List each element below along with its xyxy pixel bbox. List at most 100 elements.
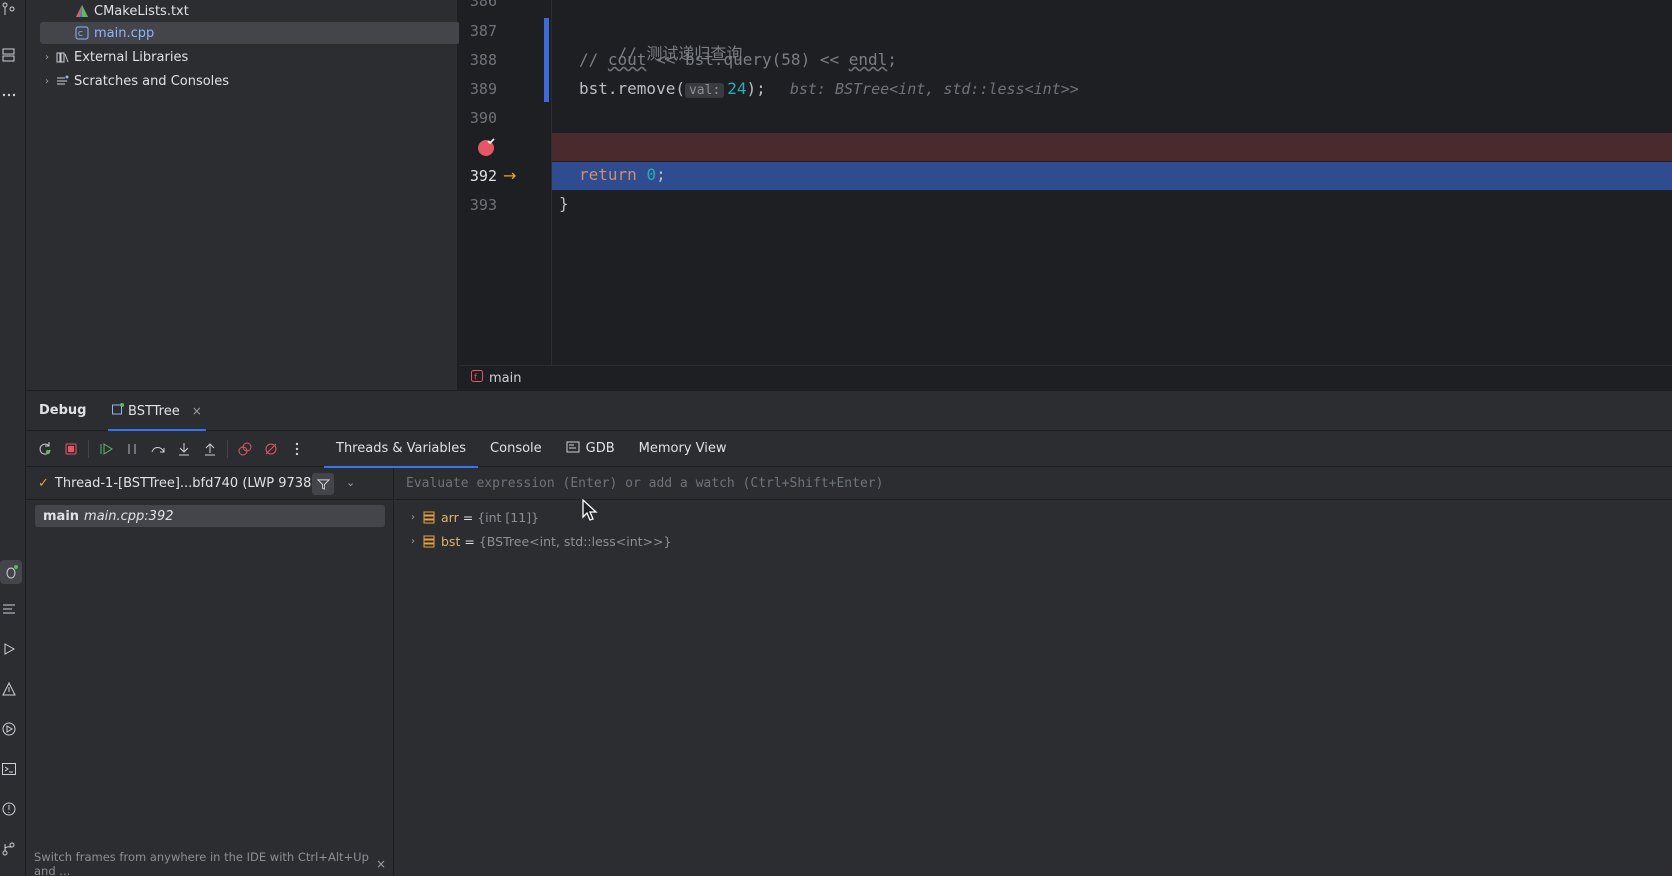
step-into-icon[interactable] — [171, 436, 197, 462]
line-number: 387 — [469, 22, 497, 40]
vcs-icon[interactable] — [0, 0, 18, 18]
pause-icon[interactable] — [119, 436, 145, 462]
execution-arrow-icon: → — [503, 166, 517, 185]
variables-pane: › arr = {int [11]} › bst = {BSTree<int, … — [395, 468, 1672, 876]
run-config-label: BSTTree — [128, 403, 180, 419]
chevron-right-icon[interactable]: › — [40, 76, 54, 87]
library-icon — [54, 50, 70, 64]
tab-gdb[interactable]: GDB — [554, 431, 627, 467]
breadcrumb-item[interactable]: main — [489, 371, 521, 386]
run-icon[interactable] — [0, 640, 18, 658]
code-line-393: } — [559, 194, 569, 213]
debug-icon[interactable] — [0, 560, 22, 584]
terminal-icon[interactable] — [0, 760, 18, 778]
execution-line-highlight — [552, 162, 1672, 190]
function-icon: f — [471, 370, 483, 386]
chevron-right-icon[interactable]: › — [405, 536, 421, 547]
resume-icon[interactable] — [93, 436, 119, 462]
line-number: 388 — [469, 51, 497, 69]
cpp-file-icon: C — [74, 26, 90, 40]
project-tree: CMakeLists.txt C main.cpp › External Lib… — [26, 0, 460, 390]
close-icon[interactable]: × — [192, 404, 202, 418]
chevron-right-icon[interactable]: › — [40, 52, 54, 63]
filter-icon[interactable] — [312, 473, 334, 495]
tool-window-strip — [0, 0, 26, 876]
debug-toolbar: Threads & Variables Console GDB Memory V… — [26, 431, 1672, 468]
close-icon[interactable]: × — [376, 857, 386, 871]
stack-frame[interactable]: main main.cpp:392 — [35, 505, 385, 527]
line-number: 386 — [469, 0, 497, 10]
thread-selector[interactable]: ✓ Thread-1-[BSTTree]...bfd740 (LWP 9738)… — [26, 468, 394, 500]
mute-breakpoints-icon[interactable] — [258, 436, 284, 462]
problems-icon[interactable] — [0, 800, 18, 818]
line-number: 389 — [469, 80, 497, 98]
line-number: 392 — [469, 167, 497, 185]
tree-item-main-cpp[interactable]: C main.cpp — [40, 22, 460, 44]
variable-row[interactable]: › bst = {BSTree<int, std::less<int>>} — [405, 530, 671, 552]
more-icon[interactable] — [284, 436, 310, 462]
variable-name: bst — [441, 533, 461, 549]
variable-row[interactable]: › arr = {int [11]} — [405, 506, 539, 528]
tree-item-label: Scratches and Consoles — [74, 73, 230, 89]
debug-header: Debug BSTTree × — [26, 391, 1672, 431]
cmake-icon — [74, 4, 90, 18]
svg-text:f: f — [474, 373, 477, 382]
frames-tip: Switch frames from anywhere in the IDE w… — [34, 850, 386, 876]
code-line-392: return 0; — [579, 165, 666, 184]
config-icon — [112, 403, 124, 419]
breakpoint-line-highlight — [552, 133, 1672, 161]
debug-title: Debug — [39, 403, 87, 418]
tree-item-external-libraries[interactable]: › External Libraries — [40, 46, 460, 68]
code-editor[interactable]: 386 387 388 389 390 392 → 393 // 测试递归查询 … — [459, 0, 1672, 365]
tab-threads-variables[interactable]: Threads & Variables — [324, 431, 479, 468]
breadcrumb[interactable]: f main — [459, 365, 1672, 390]
parameter-hint: val: — [684, 83, 725, 98]
equals-sign: = — [462, 509, 474, 525]
frames-pane: ✓ Thread-1-[BSTTree]...bfd740 (LWP 9738)… — [26, 468, 394, 876]
services-icon[interactable] — [0, 720, 18, 738]
git-icon[interactable] — [0, 840, 18, 858]
toolbar-separator — [88, 439, 89, 458]
debug-tool-window: Debug BSTTree × Threads & Variables Cons… — [26, 390, 1672, 876]
chevron-down-icon[interactable]: ⌄ — [346, 476, 355, 489]
equals-sign: = — [464, 533, 475, 549]
tree-item-label: CMakeLists.txt — [94, 3, 189, 19]
inline-value-hint: bst: BSTree<int, std::less<int>> — [789, 80, 1079, 98]
rerun-icon[interactable] — [32, 436, 58, 462]
tree-item-cmakelists[interactable]: CMakeLists.txt — [74, 0, 494, 22]
variable-icon — [423, 535, 435, 548]
step-over-icon[interactable] — [145, 436, 171, 462]
chevron-right-icon[interactable]: › — [405, 512, 421, 523]
structure-icon[interactable] — [0, 46, 18, 64]
change-marker — [544, 18, 549, 102]
variable-value: {int [11]} — [477, 509, 540, 525]
evaluate-expression-input[interactable] — [395, 468, 1672, 500]
mouse-cursor-icon — [581, 498, 599, 521]
scratches-icon — [54, 74, 70, 88]
svg-text:C: C — [78, 30, 83, 38]
line-number: 393 — [469, 196, 497, 214]
step-out-icon[interactable] — [197, 436, 223, 462]
editor-gutter[interactable]: 386 387 388 389 390 392 → 393 — [459, 0, 552, 365]
line-number: 390 — [469, 109, 497, 127]
tab-console[interactable]: Console — [478, 431, 554, 467]
gdb-icon — [566, 440, 580, 458]
tree-item-scratches[interactable]: › Scratches and Consoles — [40, 70, 460, 92]
variable-icon — [423, 511, 435, 524]
tab-memory-view[interactable]: Memory View — [627, 431, 739, 467]
run-config-tab[interactable]: BSTTree × — [108, 391, 206, 431]
toolbar-separator — [227, 439, 228, 458]
code-line-389: bst.remove(val: 24); bst: BSTree<int, std:… — [579, 79, 1079, 98]
log-icon[interactable] — [0, 600, 18, 618]
tree-item-label: External Libraries — [74, 49, 189, 65]
breakpoint-icon[interactable] — [477, 137, 497, 161]
build-icon[interactable] — [0, 680, 18, 698]
code-line-388: // cout << bst.query(58) << endl; — [579, 50, 897, 69]
check-icon: ✓ — [38, 476, 49, 491]
thread-label: Thread-1-[BSTTree]...bfd740 (LWP 9738)) — [54, 476, 322, 491]
stop-icon[interactable] — [58, 436, 84, 462]
frame-location: main.cpp:392 — [84, 508, 174, 524]
more-tools-icon[interactable] — [0, 86, 18, 104]
view-breakpoints-icon[interactable] — [232, 436, 258, 462]
variable-value: {BSTree<int, std::less<int>>} — [478, 533, 672, 549]
